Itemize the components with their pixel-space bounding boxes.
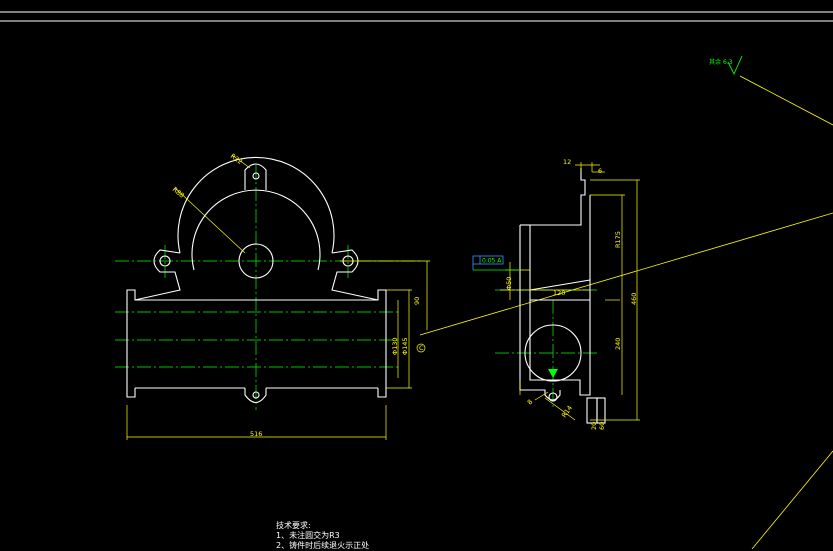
datum-triangle-icon bbox=[548, 369, 558, 378]
notes-line-2: 2、铸件时后续退火示正处 bbox=[276, 541, 370, 550]
side-dim-460: 460 bbox=[630, 293, 638, 305]
roughness-text: 其余 bbox=[709, 58, 721, 66]
front-h1-dim: 90 bbox=[413, 297, 421, 305]
front-datum-tag: C bbox=[419, 344, 424, 352]
side-dim-top-right: 6 bbox=[598, 167, 602, 175]
notes-title: 技术要求: bbox=[276, 521, 311, 530]
side-dim-r175: R175 bbox=[614, 231, 622, 248]
notes-line-1: 1、未注圆交为R3 bbox=[276, 531, 340, 540]
side-view: 12 6 R175 120 460 240 Φ50 R14 20 60 8 0.… bbox=[472, 158, 640, 430]
cad-drawing-canvas[interactable]: 516 90 Φ130 Φ145 R88 R22 C 12 6 R175 120… bbox=[0, 0, 833, 549]
side-dim-8: 8 bbox=[526, 398, 535, 407]
tolerance-frame: 0.05 A bbox=[472, 255, 520, 271]
front-r88-dim: R88 bbox=[171, 185, 186, 199]
side-dim-60: 60 bbox=[598, 422, 606, 430]
construction-lines bbox=[419, 75, 833, 549]
front-d2-dim: Φ145 bbox=[401, 337, 409, 355]
side-dim-240: 240 bbox=[614, 338, 622, 350]
front-r22-dim: R22 bbox=[229, 152, 244, 166]
side-dim-r14: R14 bbox=[560, 404, 574, 419]
front-width-dim: 516 bbox=[250, 430, 262, 438]
tolerance-value: 0.05 A bbox=[482, 258, 502, 265]
title-bar-lines bbox=[0, 11, 833, 22]
side-dim-top-left: 12 bbox=[563, 158, 571, 166]
front-d1-dim: Φ130 bbox=[391, 337, 399, 355]
technical-notes: 技术要求: 1、未注圆交为R3 2、铸件时后续退火示正处 bbox=[276, 521, 369, 551]
side-dim-phi50: Φ50 bbox=[505, 277, 513, 290]
front-center-lines bbox=[115, 165, 420, 410]
front-outline bbox=[126, 156, 387, 404]
front-view: 516 90 Φ130 Φ145 R88 R22 C bbox=[115, 152, 430, 440]
side-dim-120: 120 bbox=[553, 289, 565, 297]
roughness-symbol: 其余 6.3 bbox=[709, 55, 743, 76]
side-dim-20: 20 bbox=[590, 422, 598, 430]
